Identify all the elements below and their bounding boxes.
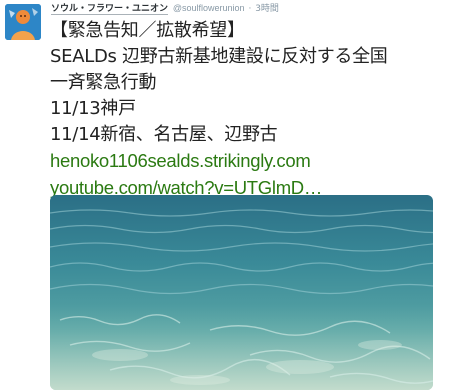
- timestamp[interactable]: 3時間: [255, 4, 279, 14]
- ocean-photo-icon: [50, 195, 433, 390]
- meta-separator: ·: [248, 4, 252, 14]
- display-name[interactable]: ソウル・フラワー・ユニオン: [51, 4, 169, 15]
- tweet: ソウル・フラワー・ユニオン @soulflowerunion · 3時間 【緊急…: [0, 0, 450, 392]
- tweet-text-line: 11/13神戸: [50, 98, 136, 119]
- tweet-text-line: 一斉緊急行動: [50, 72, 157, 93]
- username-handle[interactable]: @soulflowerunion: [173, 3, 245, 13]
- tweet-text: 【緊急告知／拡散希望】 SEALDs 辺野古新基地建設に反対する全国 一斉緊急行…: [50, 18, 445, 202]
- tweet-text-line: SEALDs 辺野古新基地建設に反対する全国: [50, 46, 388, 67]
- tweet-link-henoko[interactable]: henoko1106sealds.strikingly.com: [50, 150, 311, 171]
- tweet-text-line: 【緊急告知／拡散希望】: [50, 20, 245, 41]
- user-avatar-icon: [5, 4, 41, 40]
- tweet-header: ソウル・フラワー・ユニオン @soulflowerunion · 3時間: [51, 1, 279, 15]
- tweet-text-line: 11/14新宿、名古屋、辺野古: [50, 124, 278, 145]
- tweet-media-photo[interactable]: [50, 195, 433, 390]
- avatar[interactable]: [5, 4, 41, 40]
